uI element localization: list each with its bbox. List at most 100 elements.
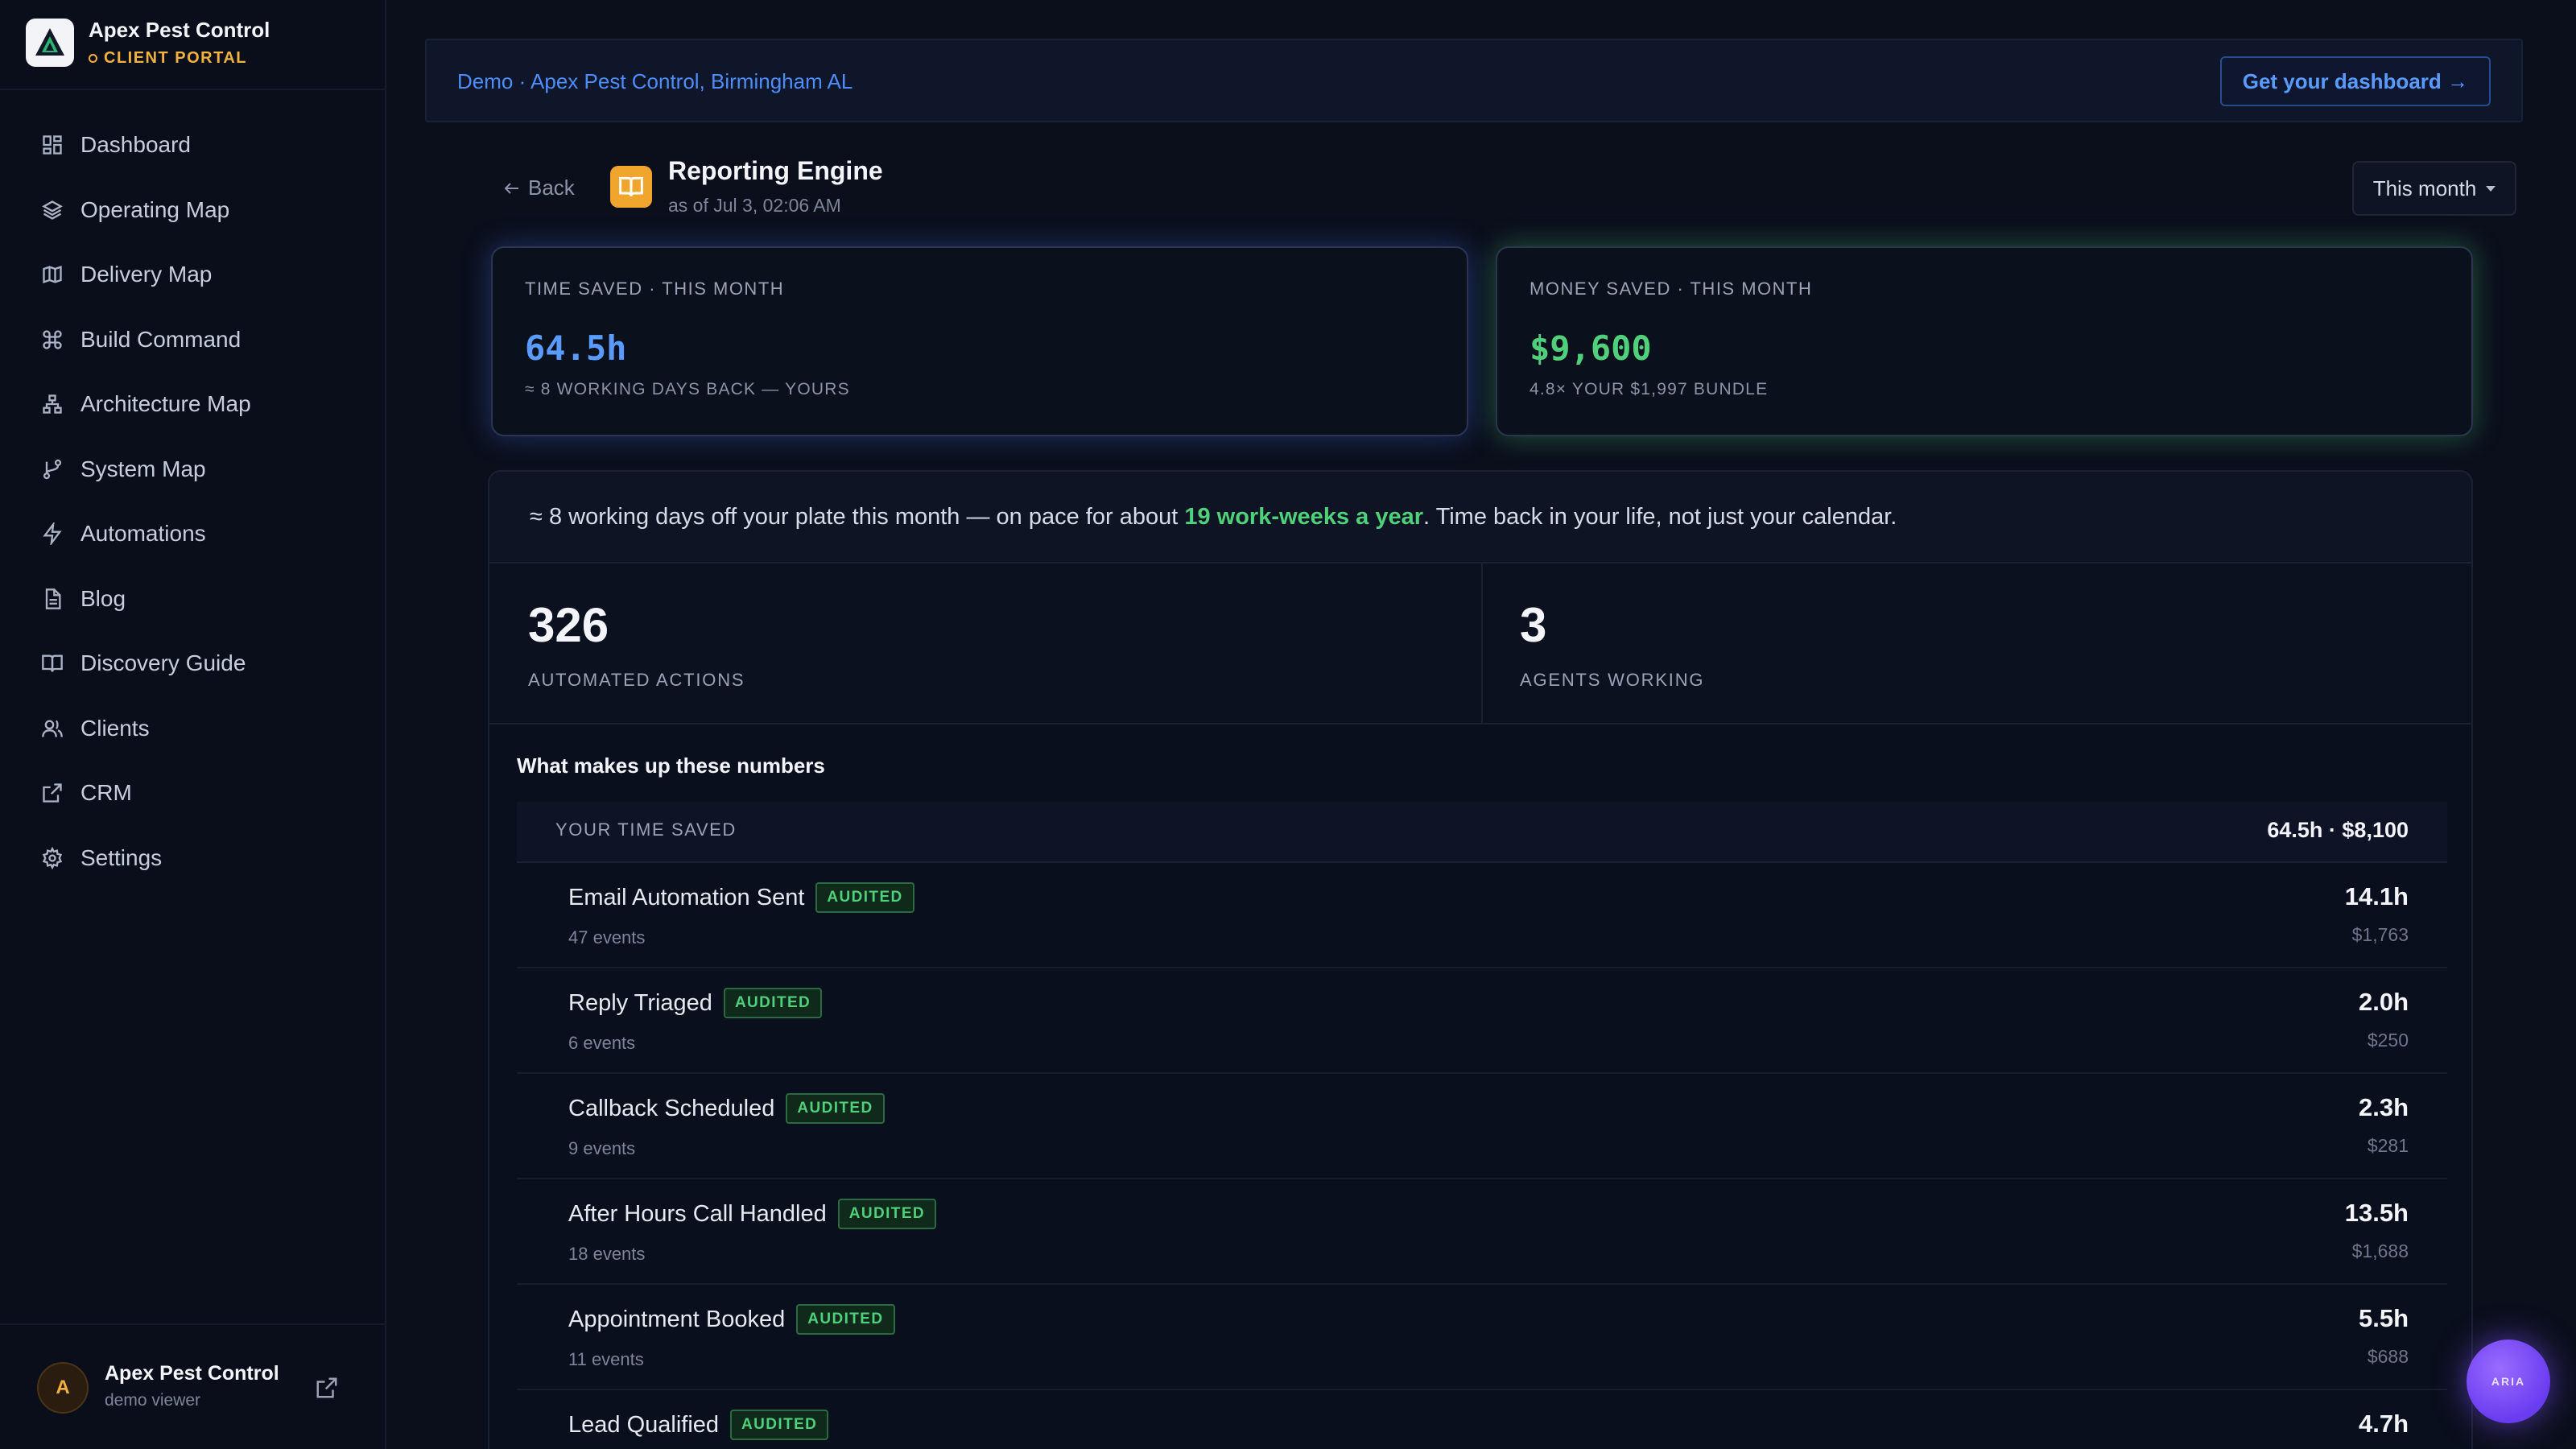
- summary-banner: ≈ 8 working days off your plate this mon…: [488, 470, 2473, 564]
- sidebar-item-label: Discovery Guide: [80, 650, 246, 676]
- table-row[interactable]: Lead Qualified AUDITED 4.7h: [517, 1390, 2447, 1449]
- back-button[interactable]: Back: [502, 175, 575, 200]
- summary-highlight: 19 work-weeks a year: [1184, 504, 1423, 530]
- card-label: TIME SAVED · THIS MONTH: [525, 279, 785, 299]
- external-link-icon: [316, 1377, 337, 1398]
- get-dashboard-button[interactable]: Get your dashboard →: [2219, 56, 2491, 106]
- open-external-button[interactable]: [312, 1373, 341, 1402]
- sidebar-item-operating-map[interactable]: Operating Map: [0, 178, 385, 243]
- brand-logo-icon: [26, 19, 74, 67]
- sidebar-item-system-map[interactable]: System Map: [0, 437, 385, 502]
- time-saved-card: TIME SAVED · THIS MONTH 64.5h ≈ 8 WORKIN…: [491, 246, 1468, 436]
- main-content: Demo · Apex Pest Control, Birmingham AL …: [386, 0, 2576, 1449]
- grid-icon: [40, 133, 64, 157]
- bolt-icon: [40, 522, 64, 546]
- avatar[interactable]: A: [37, 1362, 89, 1414]
- portal-dot-icon: [89, 54, 97, 63]
- table-row[interactable]: Callback Scheduled AUDITED 9 events 2.3h …: [517, 1074, 2447, 1179]
- book-icon: [40, 651, 64, 675]
- sidebar-item-dashboard[interactable]: Dashboard: [0, 113, 385, 178]
- table-row[interactable]: After Hours Call Handled AUDITED 18 event…: [517, 1179, 2447, 1285]
- audited-badge: AUDITED: [837, 1199, 937, 1229]
- demo-banner-text[interactable]: Demo · Apex Pest Control, Birmingham AL: [457, 69, 852, 94]
- sidebar-item-label: Operating Map: [80, 196, 230, 222]
- sidebar-item-delivery-map[interactable]: Delivery Map: [0, 242, 385, 308]
- divider: [1481, 564, 1483, 723]
- brand-name: Apex Pest Control: [89, 18, 270, 42]
- sidebar-item-settings[interactable]: Settings: [0, 826, 385, 891]
- sidebar-item-crm[interactable]: CRM: [0, 761, 385, 826]
- sidebar-item-label: CRM: [80, 780, 132, 806]
- table-row[interactable]: Email Automation Sent AUDITED 47 events 1…: [517, 863, 2447, 968]
- row-hours: 14.1h: [2344, 882, 2409, 910]
- money-saved-card: MONEY SAVED · THIS MONTH $9,600 4.8× YOU…: [1496, 246, 2473, 436]
- sidebar-item-architecture-map[interactable]: Architecture Map: [0, 372, 385, 437]
- page-title: Reporting Engine: [668, 156, 883, 185]
- sidebar-item-clients[interactable]: Clients: [0, 696, 385, 762]
- sidebar-item-automations[interactable]: Automations: [0, 502, 385, 567]
- section-total: 64.5h · $8,100: [2267, 818, 2409, 842]
- external-link-icon: [40, 781, 64, 805]
- footer-user-role: demo viewer: [105, 1391, 201, 1410]
- chevron-down-icon: [2486, 185, 2496, 192]
- as-of-timestamp: as of Jul 3, 02:06 AM: [668, 195, 841, 216]
- row-hours: 13.5h: [2344, 1199, 2409, 1227]
- money-saved-value: $9,600: [1530, 328, 1652, 368]
- row-hours: 4.7h: [2358, 1410, 2409, 1438]
- card-label: MONEY SAVED · THIS MONTH: [1530, 279, 1813, 299]
- command-icon: [40, 328, 64, 352]
- time-saved-value: 64.5h: [525, 328, 627, 368]
- sidebar-item-build-command[interactable]: Build Command: [0, 308, 385, 373]
- row-name: Reply Triaged: [568, 989, 712, 1016]
- automated-actions-label: AUTOMATED ACTIONS: [528, 670, 745, 690]
- summary-text: ≈ 8 working days off your plate this mon…: [530, 504, 1897, 530]
- footer-user-name: Apex Pest Control: [105, 1362, 279, 1385]
- aria-assistant-button[interactable]: ARIA: [2467, 1340, 2550, 1423]
- sidebar-item-discovery-guide[interactable]: Discovery Guide: [0, 631, 385, 696]
- row-name: Lead Qualified: [568, 1411, 720, 1438]
- brand[interactable]: Apex Pest Control CLIENT PORTAL: [26, 18, 270, 68]
- table-row[interactable]: Reply Triaged AUDITED 6 events 2.0h $250: [517, 968, 2447, 1074]
- row-events: 9 events: [568, 1138, 636, 1158]
- network-icon: [40, 392, 64, 416]
- row-hours: 2.3h: [2358, 1093, 2409, 1121]
- row-name: Callback Scheduled: [568, 1095, 775, 1121]
- stats-row: 326 AUTOMATED ACTIONS 3 AGENTS WORKING: [488, 564, 2473, 724]
- sidebar-item-label: Settings: [80, 844, 163, 870]
- sidebar-item-blog[interactable]: Blog: [0, 567, 385, 632]
- breakdown-panel: What makes up these numbers YOUR TIME SA…: [488, 724, 2473, 1449]
- breakdown-title: What makes up these numbers: [517, 753, 825, 778]
- automated-actions-value: 326: [528, 598, 609, 652]
- breakdown-rows: Email Automation Sent AUDITED 47 events 1…: [517, 863, 2447, 1449]
- audited-badge: AUDITED: [723, 988, 823, 1018]
- row-hours: 5.5h: [2358, 1304, 2409, 1332]
- row-events: 18 events: [568, 1244, 646, 1264]
- section-label: YOUR TIME SAVED: [555, 819, 737, 840]
- audited-badge: AUDITED: [786, 1093, 885, 1124]
- table-row[interactable]: Appointment Booked AUDITED 11 events 5.5h…: [517, 1285, 2447, 1390]
- sidebar-item-label: Delivery Map: [80, 262, 213, 287]
- reporting-engine-icon: [610, 166, 652, 208]
- audited-badge: AUDITED: [730, 1410, 829, 1440]
- sidebar-item-label: Blog: [80, 585, 126, 611]
- row-events: 11 events: [568, 1349, 644, 1369]
- row-money: $250: [2367, 1030, 2409, 1051]
- card-subtext: 4.8× YOUR $1,997 BUNDLE: [1530, 380, 1769, 398]
- breakdown-section-header[interactable]: YOUR TIME SAVED 64.5h · $8,100: [517, 802, 2447, 863]
- audited-badge: AUDITED: [796, 1304, 895, 1335]
- audited-badge: AUDITED: [815, 882, 914, 913]
- card-subtext: ≈ 8 WORKING DAYS BACK — YOURS: [525, 380, 850, 398]
- brand-subtitle: CLIENT PORTAL: [89, 49, 270, 68]
- row-name: Email Automation Sent: [568, 884, 805, 910]
- sidebar-item-label: Build Command: [80, 326, 242, 352]
- sidebar-item-label: Clients: [80, 715, 150, 741]
- sidebar-item-label: Automations: [80, 521, 206, 547]
- sidebar-nav: Dashboard Operating Map Delivery Map Bui…: [0, 113, 385, 890]
- row-events: 6 events: [568, 1033, 636, 1053]
- row-hours: 2.0h: [2358, 988, 2409, 1016]
- sidebar: Apex Pest Control CLIENT PORTAL Dashboar…: [0, 0, 386, 1449]
- period-select[interactable]: This month: [2352, 161, 2516, 216]
- row-name: Appointment Booked: [568, 1306, 786, 1332]
- row-money: $1,763: [2351, 924, 2409, 945]
- sidebar-item-label: System Map: [80, 456, 206, 481]
